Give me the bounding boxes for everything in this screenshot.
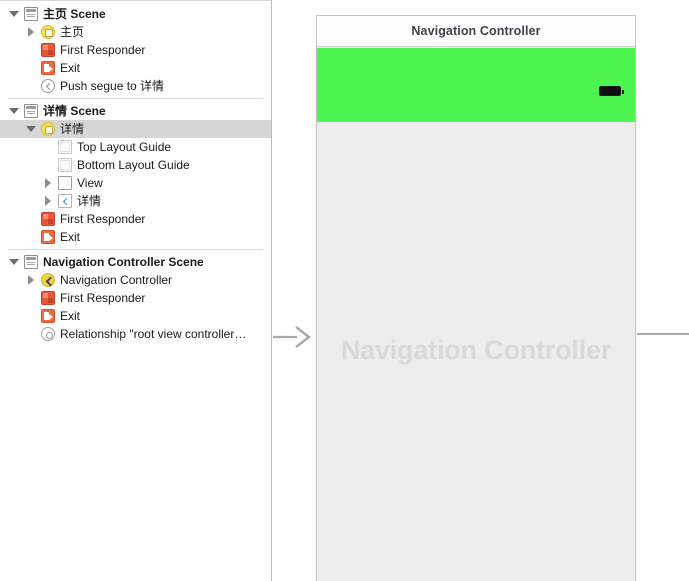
- chevron-right-icon[interactable]: [26, 275, 36, 285]
- outline-scene-header-navigation-controller-scene[interactable]: Navigation Controller Scene: [0, 253, 271, 271]
- navigation-bar[interactable]: [317, 68, 635, 122]
- outline-row-list: 主页 Scene主页First ResponderExitPush segue …: [0, 0, 271, 343]
- outline-item-label: 主页 Scene: [43, 5, 106, 23]
- exit-icon: [41, 61, 55, 75]
- outline-item-label: Bottom Layout Guide: [77, 156, 190, 174]
- disclosure-spacer: [26, 293, 36, 303]
- scene-title-bar[interactable]: Navigation Controller: [317, 16, 635, 47]
- outline-item-label: Top Layout Guide: [77, 138, 171, 156]
- view-controller-icon: [41, 122, 55, 136]
- chevron-right-icon[interactable]: [26, 27, 36, 37]
- navigation-controller-scene-canvas[interactable]: Navigation Controller Navigation Control…: [316, 15, 636, 581]
- layout-guide-icon: [58, 140, 72, 154]
- battery-icon: [599, 86, 621, 96]
- disclosure-spacer: [26, 81, 36, 91]
- segue-icon: [41, 79, 55, 93]
- scene-placeholder-label: Navigation Controller: [317, 335, 635, 366]
- outline-item-label: Exit: [60, 228, 80, 246]
- xcode-storyboard-editor: 主页 Scene主页First ResponderExitPush segue …: [0, 0, 689, 581]
- outline-item-navigation-controller[interactable]: Navigation Controller: [0, 271, 271, 289]
- outline-item-label: Navigation Controller: [60, 271, 172, 289]
- outline-item-label: Navigation Controller Scene: [43, 253, 204, 271]
- outline-item-label: Exit: [60, 59, 80, 77]
- disclosure-spacer: [26, 214, 36, 224]
- initial-view-controller-arrow-icon: [273, 326, 317, 348]
- scene-icon: [24, 7, 38, 21]
- outline-item-exit[interactable]: Exit: [0, 59, 271, 77]
- exit-icon: [41, 309, 55, 323]
- relationship-connection-line[interactable]: [637, 333, 689, 335]
- outline-top-divider: [0, 0, 272, 1]
- disclosure-spacer: [26, 45, 36, 55]
- disclosure-spacer: [43, 160, 53, 170]
- ios-status-bar: [317, 48, 635, 68]
- exit-icon: [41, 230, 55, 244]
- chevron-down-icon[interactable]: [9, 257, 19, 267]
- outline-item-label: 主页: [60, 23, 84, 41]
- outline-item-label: First Responder: [60, 210, 145, 228]
- relationship-icon: [41, 327, 55, 341]
- outline-item-view[interactable]: View: [0, 174, 271, 192]
- outline-item-exit[interactable]: Exit: [0, 307, 271, 325]
- outline-item-label: Exit: [60, 307, 80, 325]
- outline-item-first-responder[interactable]: First Responder: [0, 41, 271, 59]
- view-controller-icon: [41, 25, 55, 39]
- outline-scene-header-详情-scene[interactable]: 详情 Scene: [0, 102, 271, 120]
- first-responder-icon: [41, 43, 55, 57]
- storyboard-outline-view[interactable]: 主页 Scene主页First ResponderExitPush segue …: [0, 0, 272, 581]
- view-icon: [58, 176, 72, 190]
- outline-item-first-responder[interactable]: First Responder: [0, 289, 271, 307]
- navigation-controller-icon: [41, 273, 55, 287]
- navigation-item-icon: [58, 194, 72, 208]
- outline-item-push-segue-to-详情[interactable]: Push segue to 详情: [0, 77, 271, 95]
- scene-content-area[interactable]: Navigation Controller: [317, 122, 635, 581]
- outline-item-label: Relationship "root view controller…: [60, 325, 246, 343]
- disclosure-spacer: [26, 329, 36, 339]
- chevron-right-icon[interactable]: [43, 196, 53, 206]
- disclosure-spacer: [26, 63, 36, 73]
- outline-item-label: Push segue to 详情: [60, 77, 164, 95]
- outline-group-divider: [8, 249, 263, 250]
- disclosure-spacer: [26, 232, 36, 242]
- outline-item-主页[interactable]: 主页: [0, 23, 271, 41]
- scene-title-label: Navigation Controller: [411, 24, 540, 38]
- outline-item-label: First Responder: [60, 289, 145, 307]
- outline-item-label: 详情: [60, 120, 84, 138]
- outline-scene-header-主页-scene[interactable]: 主页 Scene: [0, 5, 271, 23]
- chevron-right-icon[interactable]: [43, 178, 53, 188]
- outline-item-label: View: [77, 174, 103, 192]
- outline-item-top-layout-guide[interactable]: Top Layout Guide: [0, 138, 271, 156]
- outline-item-详情[interactable]: 详情: [0, 192, 271, 210]
- disclosure-spacer: [26, 311, 36, 321]
- outline-item-relationship-root-view-controller[interactable]: Relationship "root view controller…: [0, 325, 271, 343]
- outline-item-bottom-layout-guide[interactable]: Bottom Layout Guide: [0, 156, 271, 174]
- scene-icon: [24, 255, 38, 269]
- outline-item-详情[interactable]: 详情: [0, 120, 271, 138]
- outline-group-divider: [8, 98, 263, 99]
- scene-icon: [24, 104, 38, 118]
- outline-item-label: 详情: [77, 192, 101, 210]
- outline-item-exit[interactable]: Exit: [0, 228, 271, 246]
- chevron-down-icon[interactable]: [26, 124, 36, 134]
- first-responder-icon: [41, 212, 55, 226]
- outline-item-first-responder[interactable]: First Responder: [0, 210, 271, 228]
- chevron-down-icon[interactable]: [9, 9, 19, 19]
- outline-item-label: First Responder: [60, 41, 145, 59]
- chevron-down-icon[interactable]: [9, 106, 19, 116]
- outline-item-label: 详情 Scene: [43, 102, 106, 120]
- layout-guide-icon: [58, 158, 72, 172]
- storyboard-canvas[interactable]: Navigation Controller Navigation Control…: [273, 0, 689, 581]
- disclosure-spacer: [43, 142, 53, 152]
- first-responder-icon: [41, 291, 55, 305]
